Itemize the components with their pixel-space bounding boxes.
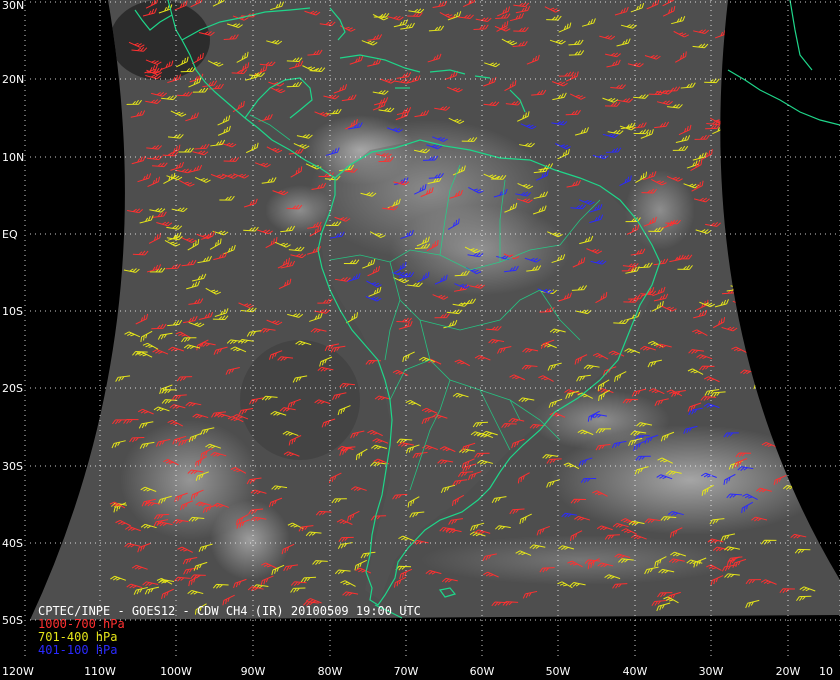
latitude-label: 10N [2, 151, 24, 164]
longitude-label: 70W [394, 665, 419, 678]
wind-barb [818, 250, 834, 256]
wind-barb [764, 269, 779, 278]
longitude-label: 120W [2, 665, 34, 678]
latitude-label: 30S [2, 460, 23, 473]
wind-barb [762, 115, 777, 125]
wind-barb [817, 314, 833, 320]
wind-barb [778, 37, 794, 45]
wind-barb [809, 205, 826, 211]
wind-barb [736, 105, 751, 113]
wind-barb [797, 84, 814, 91]
wind-barb [765, 301, 781, 309]
longitude-label: 50W [546, 665, 571, 678]
latitude-label: 20N [2, 73, 24, 86]
latitude-label: 10S [2, 305, 23, 318]
wind-barb [783, 195, 800, 201]
wind-barb [784, 237, 800, 246]
longitude-label: 20W [776, 665, 801, 678]
wind-barb [759, 124, 776, 131]
wind-barb [795, 474, 809, 485]
wind-barb [790, 339, 805, 349]
wind-barb [801, 304, 814, 316]
wind-barb [746, 207, 762, 214]
wind-barb [819, 50, 835, 57]
wind-barb [725, 176, 740, 186]
wind-barb [799, 202, 813, 212]
longitude-label: 40W [623, 665, 648, 678]
wind-barb [733, 52, 750, 58]
wind-barb [789, 184, 805, 192]
map-caption: CPTEC/INPE - GOES12 - CDW CH4 (IR) 20100… [38, 604, 421, 618]
longitude-label: 10 [819, 665, 833, 678]
wind-barb [804, 372, 820, 380]
wind-barb [773, 69, 790, 74]
wind-barb [768, 397, 785, 403]
wind-barb [766, 126, 782, 134]
longitude-label: 60W [470, 665, 495, 678]
wind-barb [743, 56, 757, 66]
wind-barb [760, 136, 776, 144]
wind-barb [769, 276, 784, 286]
wind-barb [780, 276, 795, 285]
latitude-label: 40S [2, 537, 23, 550]
latitude-label: 50S [2, 614, 23, 627]
wind-barb [735, 204, 751, 212]
wind-barb [760, 112, 776, 118]
wind-barb [763, 232, 780, 239]
wind-barb [725, 42, 742, 48]
wind-barb [749, 112, 765, 118]
wind-barb [804, 401, 819, 410]
wind-barb [743, 142, 760, 149]
satellite-wind-map: 30N 20N 10N EQ 10S 20S 30S 40S 50S 120W 110W 100W 9… [2, 0, 840, 678]
wind-barb [805, 268, 821, 274]
wind-barb [775, 425, 792, 431]
latitude-label: 20S [2, 382, 23, 395]
wind-barb [762, 28, 779, 36]
wind-barb [797, 357, 811, 368]
wind-barb [774, 248, 789, 257]
wind-barb [743, 105, 760, 111]
wind-barb [777, 65, 794, 71]
wind-barb [806, 42, 823, 49]
wind-barb [787, 456, 804, 461]
legend-high-level: 401-100 hPa [38, 643, 117, 657]
satellite-image [30, 0, 840, 620]
legend-low-level: 1000-700 hPa [38, 617, 125, 631]
wind-barb [779, 157, 792, 169]
wind-barb [780, 301, 794, 311]
wind-barb [774, 378, 791, 384]
wind-barb [797, 12, 814, 18]
wind-barb [751, 323, 767, 331]
longitude-label: 30W [699, 665, 724, 678]
longitude-label: 80W [318, 665, 343, 678]
wind-barb [796, 149, 813, 155]
wind-barb [763, 308, 780, 314]
wind-barb [782, 291, 799, 298]
longitude-label: 90W [241, 665, 266, 678]
latitude-label: EQ [2, 228, 18, 241]
wind-barb [780, 444, 797, 450]
wind-barb [773, 31, 789, 37]
longitude-label: 100W [160, 665, 192, 678]
wind-barb [817, 8, 833, 15]
wind-barb [756, 270, 770, 281]
wind-barb [815, 149, 830, 157]
wind-barb [803, 102, 820, 108]
longitude-label: 110W [84, 665, 116, 678]
legend-mid-level: 701-400 hPa [38, 630, 117, 644]
wind-barb [793, 412, 806, 424]
longitude-labels: 120W 110W 100W 90W 80W 70W 60W 50W 40W 30W 20W 10 [2, 665, 833, 678]
wind-barb [791, 334, 806, 343]
latitude-label: 30N [2, 0, 24, 12]
wind-barb [780, 290, 797, 296]
latitude-labels: 30N 20N 10N EQ 10S 20S 30S 40S 50S [2, 0, 24, 627]
wind-barb [722, 127, 739, 132]
wind-barb [741, 136, 758, 142]
wind-barb [782, 423, 796, 434]
